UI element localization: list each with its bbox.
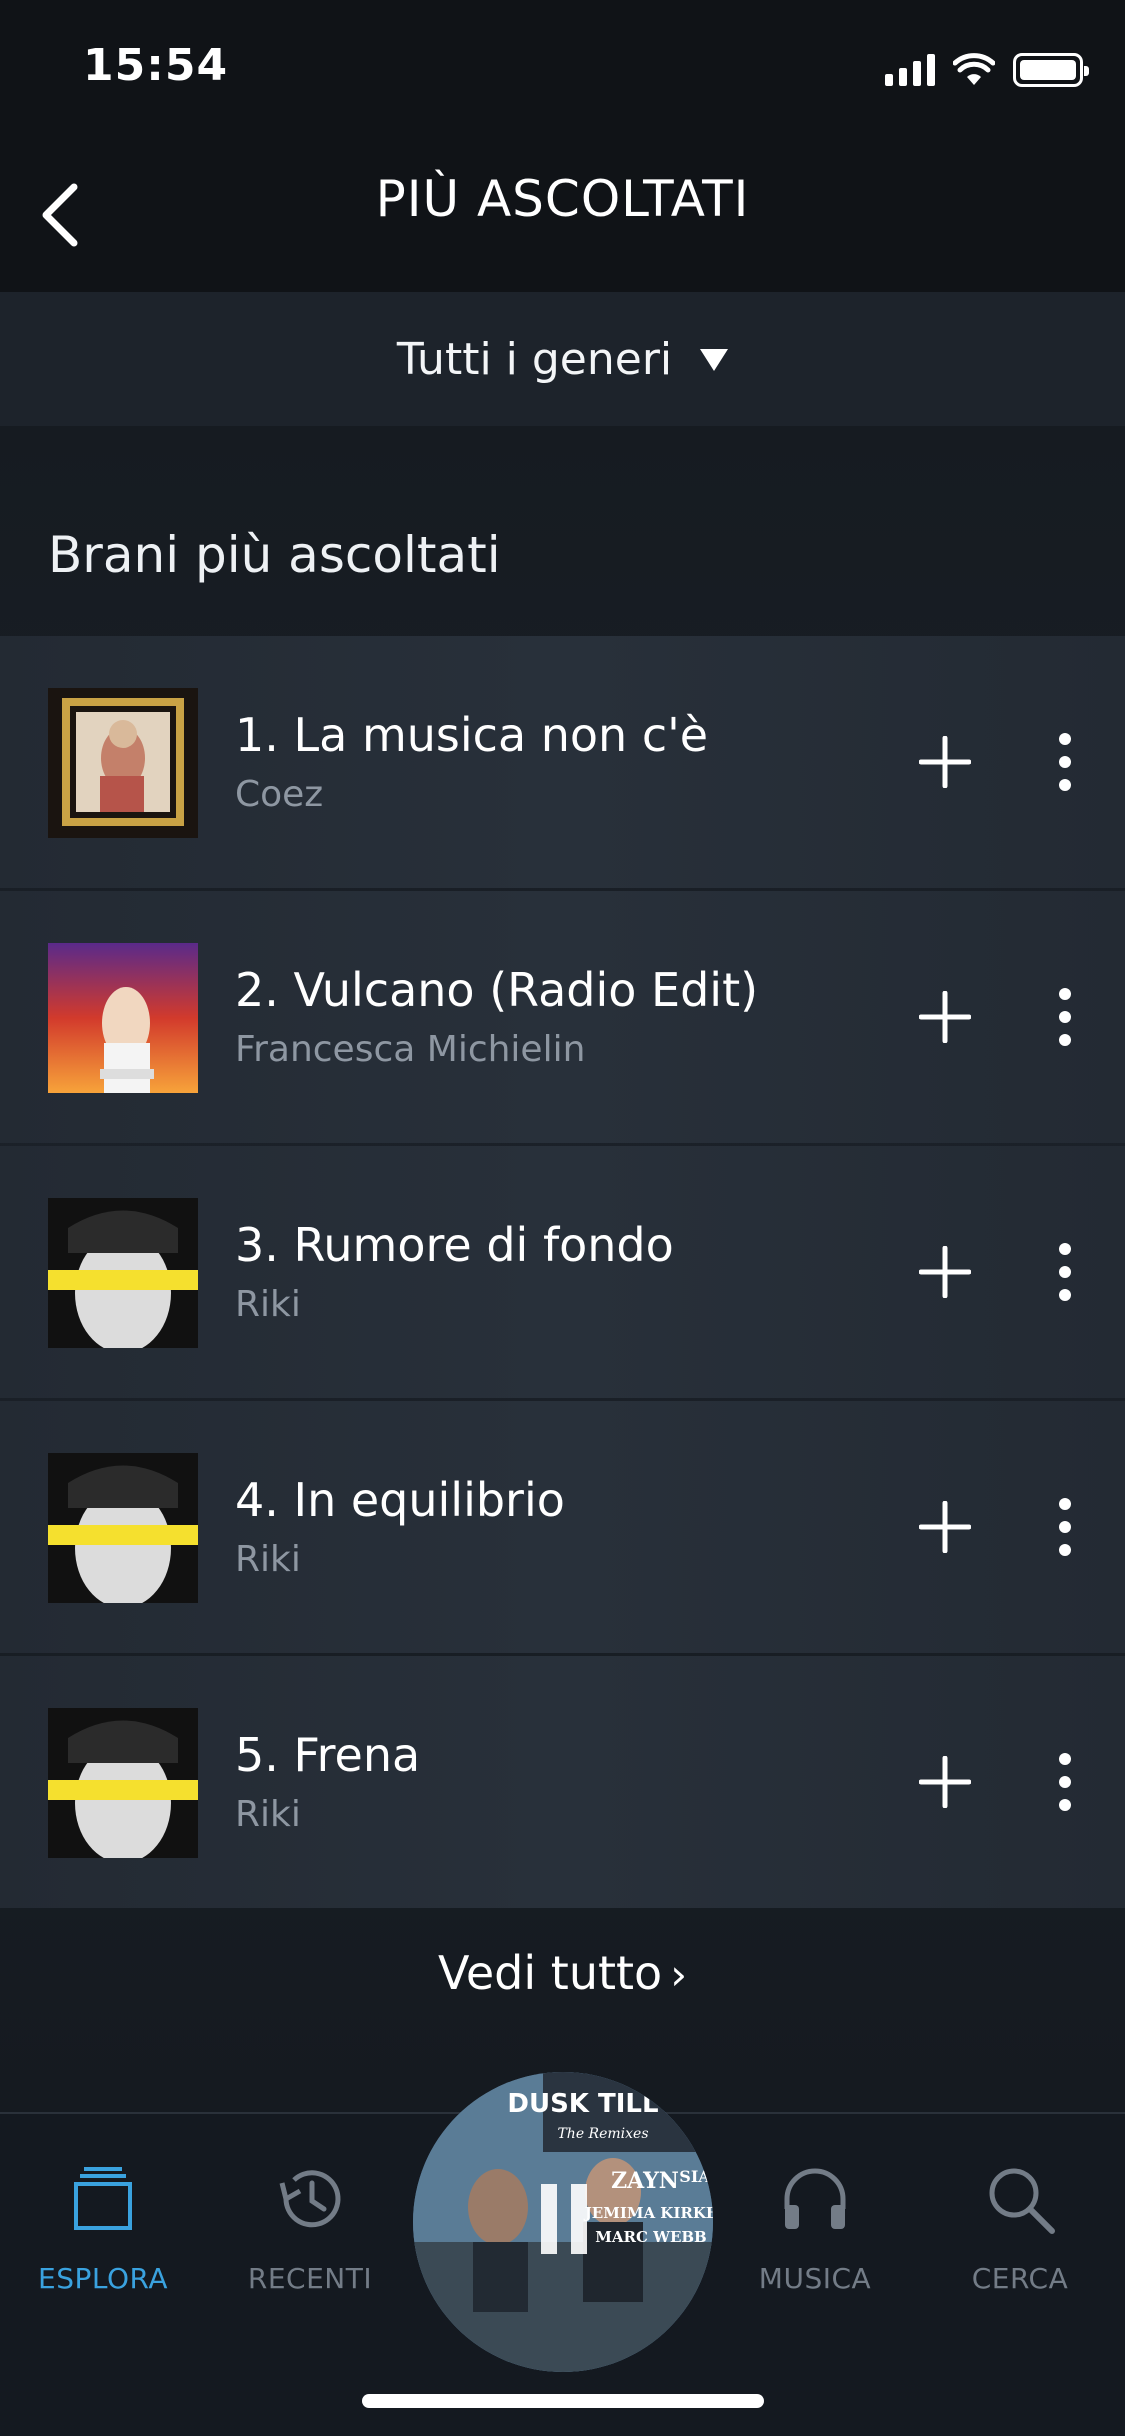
now-playing-cover: DUSK TILL DAWN The Remixes ZAYN SIA JEMI…: [413, 2072, 713, 2372]
cellular-signal-icon: [885, 54, 935, 86]
search-icon: [989, 2168, 1055, 2234]
chevron-right-icon: ›: [670, 1950, 687, 1999]
add-button[interactable]: [905, 1742, 985, 1822]
track-title: 4. In equilibrio: [235, 1473, 565, 1527]
tab-label: ESPLORA: [38, 2262, 168, 2295]
cover-artist: MARC WEBB: [595, 2228, 707, 2246]
plus-icon: [919, 1246, 971, 1298]
cover-artist: JEMIMA KIRKE: [583, 2204, 713, 2222]
plus-icon: [919, 1501, 971, 1553]
track-title: 5. Frena: [235, 1728, 421, 1782]
home-indicator: [362, 2394, 764, 2408]
tab-label: RECENTI: [247, 2262, 373, 2295]
track-artist: Riki: [235, 1284, 301, 1325]
more-options-button[interactable]: [1030, 1742, 1100, 1822]
wifi-icon: [953, 53, 995, 85]
dropdown-arrow-icon: [700, 349, 729, 371]
more-vertical-icon: [1059, 1243, 1071, 1301]
tab-cerca[interactable]: CERCA: [920, 2154, 1120, 2295]
more-options-button[interactable]: [1030, 1232, 1100, 1312]
battery-icon: [1013, 53, 1089, 87]
headphones-icon: [784, 2168, 846, 2229]
add-button[interactable]: [905, 1487, 985, 1567]
track-title: 2. Vulcano (Radio Edit): [235, 963, 759, 1017]
browse-icon: [74, 2167, 132, 2230]
see-all-label: Vedi tutto: [437, 1946, 663, 2000]
cover-artist: ZAYN: [611, 2168, 679, 2194]
track-row[interactable]: 4. In equilibrio Riki: [0, 1401, 1125, 1653]
status-icons: [885, 48, 1089, 92]
more-vertical-icon: [1059, 1498, 1071, 1556]
more-vertical-icon: [1059, 1753, 1071, 1811]
album-cover: [48, 688, 198, 838]
track-list: 1. La musica non c'è Coez 2. Vulcano (Ra…: [0, 636, 1125, 1911]
cover-subtitle: The Remixes: [557, 2126, 648, 2142]
album-cover: [48, 1453, 198, 1603]
plus-icon: [919, 991, 971, 1043]
add-button[interactable]: [905, 977, 985, 1057]
tab-recenti[interactable]: RECENTI: [210, 2154, 410, 2295]
header: PIÙ ASCOLTATI: [0, 140, 1125, 292]
more-options-button[interactable]: [1030, 1487, 1100, 1567]
now-playing-button[interactable]: DUSK TILL DAWN The Remixes ZAYN SIA JEMI…: [413, 2072, 713, 2372]
section-title: Brani più ascoltati: [48, 526, 501, 584]
more-options-button[interactable]: [1030, 977, 1100, 1057]
track-row[interactable]: 2. Vulcano (Radio Edit) Francesca Michie…: [0, 891, 1125, 1143]
more-options-button[interactable]: [1030, 722, 1100, 802]
genre-filter-label: Tutti i generi: [396, 333, 673, 385]
plus-icon: [919, 1756, 971, 1808]
add-button[interactable]: [905, 1232, 985, 1312]
tab-label: CERCA: [971, 2262, 1069, 2295]
tab-esplora[interactable]: ESPLORA: [3, 2154, 203, 2295]
track-title: 1. La musica non c'è: [235, 708, 709, 762]
pause-icon-bar: [571, 2184, 587, 2254]
pause-icon-bar: [541, 2184, 557, 2254]
track-artist: Francesca Michielin: [235, 1029, 586, 1070]
track-row[interactable]: 1. La musica non c'è Coez: [0, 636, 1125, 888]
track-artist: Coez: [235, 774, 324, 815]
top-songs-section: Brani più ascoltati 1. La musica non c'è…: [0, 426, 1125, 2112]
album-cover: [48, 1708, 198, 1858]
track-artist: Riki: [235, 1794, 301, 1835]
tab-musica[interactable]: MUSICA: [715, 2154, 915, 2295]
tab-label: MUSICA: [758, 2262, 872, 2295]
track-row[interactable]: 3. Rumore di fondo Riki: [0, 1146, 1125, 1398]
album-cover: [48, 943, 198, 1093]
page-title: PIÙ ASCOLTATI: [375, 170, 750, 228]
status-bar: 15:54: [0, 0, 1125, 140]
status-time: 15:54: [83, 40, 229, 91]
track-artist: Riki: [235, 1539, 301, 1580]
album-cover: [48, 1198, 198, 1348]
more-vertical-icon: [1059, 733, 1071, 791]
add-button[interactable]: [905, 722, 985, 802]
track-title: 3. Rumore di fondo: [235, 1218, 674, 1272]
genre-filter-dropdown[interactable]: Tutti i generi: [0, 292, 1125, 426]
plus-icon: [919, 736, 971, 788]
more-vertical-icon: [1059, 988, 1071, 1046]
track-row[interactable]: 5. Frena Riki: [0, 1656, 1125, 1908]
history-icon: [279, 2170, 341, 2228]
see-all-link[interactable]: Vedi tutto ›: [0, 1946, 1125, 2000]
